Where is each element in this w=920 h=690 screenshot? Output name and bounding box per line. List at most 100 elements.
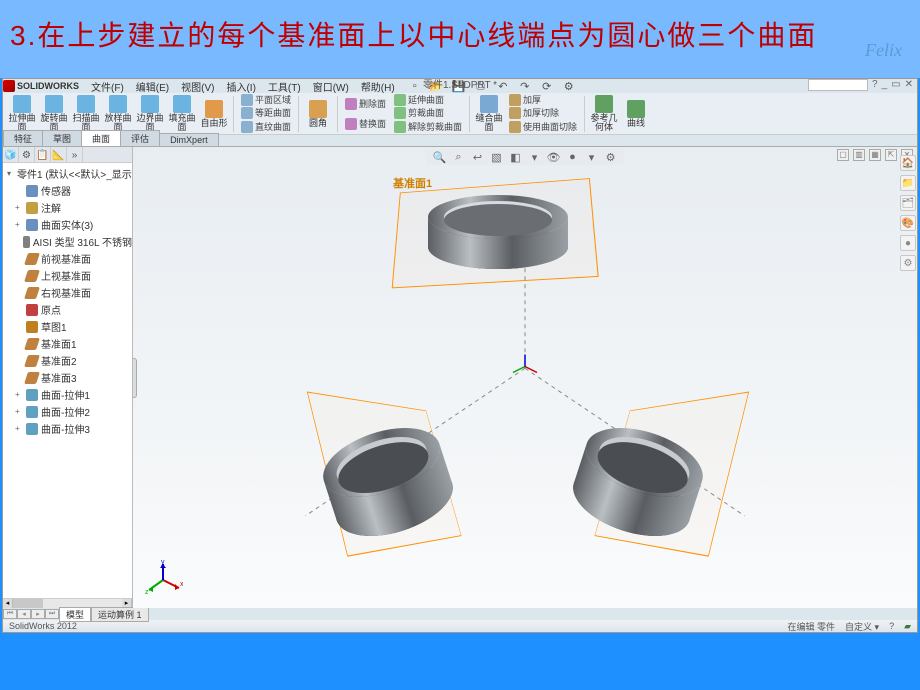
command-tab[interactable]: DimXpert (159, 133, 219, 146)
tree-item[interactable]: +注解 (7, 199, 132, 216)
solidworks-window: SOLIDWORKS 文件(F) 编辑(E) 视图(V) 插入(I) 工具(T) 窗口(W… (2, 78, 918, 633)
tree-item[interactable]: +曲面-拉伸1 (7, 386, 132, 403)
undo-icon[interactable]: ↶ (495, 79, 511, 93)
document-title: 零件1.SLDPRT * (423, 79, 497, 93)
slide-author: Felix (865, 40, 902, 61)
help-area: ? _ ▭ ✕ (808, 79, 913, 91)
menu-item[interactable]: 编辑(E) (136, 79, 169, 94)
status-editing: 在编辑 零件 (788, 620, 836, 633)
ribbon-separator (469, 96, 470, 132)
menu-item[interactable]: 插入(I) (226, 79, 255, 94)
new-icon[interactable]: ▫ (407, 79, 423, 93)
view-triad[interactable]: x y z (143, 560, 183, 600)
tab-last-icon[interactable]: ⏭ (45, 609, 59, 619)
tab-first-icon[interactable]: ⏮ (3, 609, 17, 619)
tree-item[interactable]: 前视基准面 (7, 250, 132, 267)
restore-icon[interactable]: ▭ (891, 79, 900, 91)
scene-3d: 基准面1 (133, 147, 917, 608)
ribbon-button[interactable]: 曲线 (621, 94, 651, 134)
minimize-icon[interactable]: _ (882, 79, 888, 91)
title-bar: SOLIDWORKS 文件(F) 编辑(E) 视图(V) 插入(I) 工具(T) 窗口(W… (3, 79, 917, 93)
ribbon-button[interactable]: 边界曲 面 (135, 94, 165, 134)
scroll-thumb[interactable] (13, 599, 43, 608)
fm-tab-more-icon[interactable]: » (67, 147, 83, 163)
redo-icon[interactable]: ↷ (517, 79, 533, 93)
ring-top[interactable] (423, 192, 573, 272)
options-icon[interactable]: ⚙ (561, 79, 577, 93)
ribbon-mini-button[interactable]: 平面区域 (238, 94, 294, 106)
ribbon-mini-button[interactable]: 直纹曲面 (238, 121, 294, 133)
ribbon-mini-button[interactable]: 删除面 (342, 98, 389, 110)
ribbon-button[interactable]: 自由形 (199, 94, 229, 134)
help-icon[interactable]: ? (872, 79, 878, 91)
search-input[interactable] (808, 79, 868, 91)
ribbon-button[interactable]: 放样曲 面 (103, 94, 133, 134)
command-tab[interactable]: 评估 (120, 130, 160, 146)
svg-text:z: z (145, 589, 149, 596)
ribbon-button[interactable]: 缝合曲 面 (474, 94, 504, 134)
ribbon-button[interactable]: 拉伸曲 面 (7, 94, 37, 134)
tab-model[interactable]: 模型 (59, 607, 91, 622)
status-bar: SolidWorks 2012 在编辑 零件 自定义 ▾ ? ▰ (3, 620, 917, 632)
ribbon-mini-button[interactable]: 剪裁曲面 (391, 107, 465, 119)
ribbon-button[interactable]: 旋转曲 面 (39, 94, 69, 134)
fm-tab-tree-icon[interactable]: 🧊 (3, 147, 19, 163)
ribbon-mini-button[interactable]: 等距曲面 (238, 107, 294, 119)
rebuild-icon[interactable]: ⟳ (539, 79, 555, 93)
ribbon-button[interactable]: 填充曲 面 (167, 94, 197, 134)
tree-item[interactable]: 上视基准面 (7, 267, 132, 284)
fm-tab-property-icon[interactable]: ⚙ (19, 147, 35, 163)
command-tab[interactable]: 草图 (42, 130, 82, 146)
plane1-label: 基准面1 (393, 175, 432, 191)
ribbon-mini-button[interactable]: 使用曲面切除 (506, 121, 580, 133)
menu-item[interactable]: 工具(T) (268, 79, 301, 94)
status-help-icon[interactable]: ? (889, 621, 894, 631)
tree-item[interactable]: 右视基准面 (7, 284, 132, 301)
app-logo: SOLIDWORKS (3, 79, 83, 93)
status-grip-icon[interactable]: ▰ (904, 621, 911, 632)
ribbon-separator (337, 96, 338, 132)
command-tab[interactable]: 曲面 (81, 130, 121, 146)
menu-item[interactable]: 文件(F) (91, 79, 124, 94)
tree-item[interactable]: +曲面实体(3) (7, 216, 132, 233)
sw-cube-icon (3, 80, 15, 92)
fm-tab-config-icon[interactable]: 📋 (35, 147, 51, 163)
command-tabs: 特征草图曲面评估DimXpert (3, 135, 917, 147)
tree-item[interactable]: 草图1 (7, 318, 132, 335)
command-tab[interactable]: 特征 (3, 130, 43, 146)
tree-item[interactable]: 传感器 (7, 182, 132, 199)
ribbon-separator (298, 96, 299, 132)
svg-text:y: y (161, 560, 165, 566)
tree-item[interactable]: 基准面3 (7, 369, 132, 386)
graphics-view[interactable]: 🔍 ⌕ ↩ ▧ ◧ ▾ 👁 ● ▾ ⚙ ▢ ▥ ▦ ⇱ ✕ 🏠 � (133, 147, 917, 608)
ribbon-mini-button[interactable]: 加厚切除 (506, 107, 580, 119)
fm-tab-dim-icon[interactable]: 📐 (51, 147, 67, 163)
tree-item[interactable]: +曲面-拉伸3 (7, 420, 132, 437)
menu-item[interactable]: 帮助(H) (361, 79, 395, 94)
tree-item[interactable]: +曲面-拉伸2 (7, 403, 132, 420)
tree-item[interactable]: 原点 (7, 301, 132, 318)
scroll-left-icon[interactable]: ◂ (3, 599, 13, 608)
feature-manager-tabs: 🧊 ⚙ 📋 📐 » (3, 147, 132, 163)
tab-prev-icon[interactable]: ◂ (17, 609, 31, 619)
feature-tree[interactable]: ▾零件1 (默认<<默认>_显示状态传感器+注解+曲面实体(3)AISI 类型 … (3, 163, 132, 598)
app-name: SOLIDWORKS (17, 81, 79, 91)
menu-item[interactable]: 窗口(W) (313, 79, 349, 94)
tree-item[interactable]: 基准面2 (7, 352, 132, 369)
ribbon-mini-button[interactable]: 加厚 (506, 94, 580, 106)
menu-item[interactable]: 视图(V) (181, 79, 214, 94)
tree-item[interactable]: 基准面1 (7, 335, 132, 352)
tree-root[interactable]: ▾零件1 (默认<<默认>_显示状态 (7, 165, 132, 182)
ribbon-mini-button[interactable]: 延伸曲面 (391, 94, 465, 106)
status-version: SolidWorks 2012 (9, 621, 77, 631)
ribbon-mini-button[interactable]: 替换面 (342, 118, 389, 130)
tree-item[interactable]: AISI 类型 316L 不锈钢 (7, 233, 132, 250)
tab-motion-study[interactable]: 运动算例 1 (91, 607, 149, 622)
ribbon-button[interactable]: 扫描曲 面 (71, 94, 101, 134)
tab-next-icon[interactable]: ▸ (31, 609, 45, 619)
ribbon-button[interactable]: 参考几 何体 (589, 94, 619, 134)
status-custom[interactable]: 自定义 ▾ (845, 620, 879, 633)
ribbon-button[interactable]: 圆角 (303, 94, 333, 134)
close-icon[interactable]: ✕ (905, 79, 913, 91)
ribbon-mini-button[interactable]: 解除剪裁曲面 (391, 121, 465, 133)
